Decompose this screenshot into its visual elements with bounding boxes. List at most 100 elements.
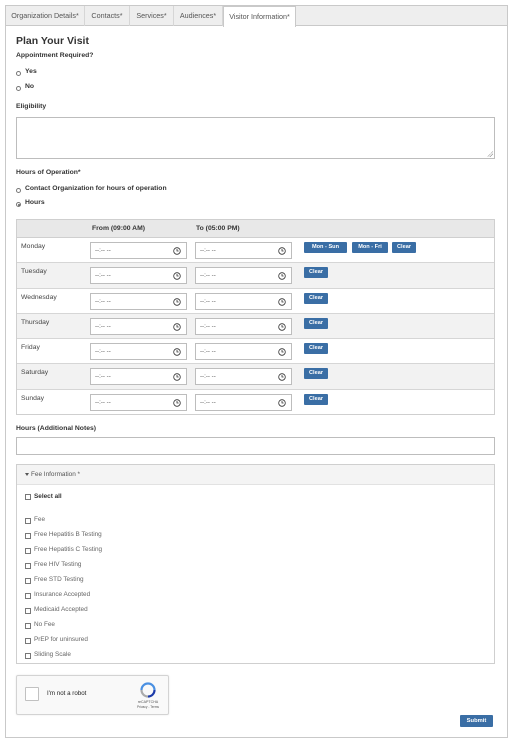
time-placeholder: --:-- -- xyxy=(200,247,216,254)
fee-item-label: Medicaid Accepted xyxy=(34,606,88,613)
to-time-input[interactable]: --:-- -- xyxy=(195,292,292,310)
from-time-input[interactable]: --:-- -- xyxy=(90,368,187,386)
eligibility-textarea[interactable] xyxy=(16,117,495,159)
fee-checkbox[interactable] xyxy=(25,623,31,629)
clock-icon[interactable] xyxy=(173,323,181,331)
hours-notes-input[interactable] xyxy=(16,437,495,455)
fee-item-label: No Fee xyxy=(34,621,55,628)
hours-table: From (09:00 AM) To (05:00 PM) Monday --:-… xyxy=(16,219,495,415)
fee-item-label: Insurance Accepted xyxy=(34,591,91,598)
fee-item-label: Free STD Testing xyxy=(34,576,84,583)
fee-item-label: Free Hepatitis C Testing xyxy=(34,546,103,553)
page-title: Plan Your Visit xyxy=(16,35,89,47)
hours-rows: Monday --:-- -- --:-- -- Mon - Sun Mon - Fri… xyxy=(17,238,494,415)
fee-checkbox[interactable] xyxy=(25,653,31,659)
tab-organization-details[interactable]: Organization Details* xyxy=(6,6,85,26)
clock-icon[interactable] xyxy=(278,323,286,331)
recaptcha-terms-link[interactable]: Privacy - Terms xyxy=(134,705,162,709)
resize-grip-icon[interactable] xyxy=(487,151,493,157)
clear-button[interactable]: Clear xyxy=(304,267,328,279)
hours-row-monday: Monday --:-- -- --:-- -- Mon - Sun Mon - Fri… xyxy=(17,238,494,264)
clock-icon[interactable] xyxy=(278,348,286,356)
hours-radio[interactable] xyxy=(16,202,21,207)
clock-icon[interactable] xyxy=(278,272,286,280)
time-placeholder: --:-- -- xyxy=(200,272,216,280)
clock-icon[interactable] xyxy=(173,272,181,280)
select-all-checkbox[interactable] xyxy=(25,494,31,500)
clock-icon[interactable] xyxy=(278,297,286,306)
clock-icon[interactable] xyxy=(173,297,181,306)
clock-icon[interactable] xyxy=(173,247,181,255)
to-time-input[interactable]: --:-- -- xyxy=(195,393,292,411)
clear-button[interactable]: Clear xyxy=(304,292,328,304)
from-time-input[interactable]: --:-- -- xyxy=(90,242,187,259)
clock-icon[interactable] xyxy=(278,247,286,255)
submit-button[interactable]: Submit xyxy=(460,715,493,727)
to-time-input[interactable]: --:-- -- xyxy=(195,317,292,335)
from-time-input[interactable]: --:-- -- xyxy=(90,267,187,285)
fee-item-label: Free HIV Testing xyxy=(34,561,82,568)
clock-icon[interactable] xyxy=(173,399,181,407)
fee-information-panel: Fee Information * Select all Fee Free Hep… xyxy=(16,464,495,664)
fee-information-header[interactable]: Fee Information * xyxy=(17,465,494,485)
contact-org-radio[interactable] xyxy=(16,188,21,193)
clear-button[interactable]: Clear xyxy=(392,242,416,253)
eligibility-label: Eligibility xyxy=(16,103,47,110)
fee-checkbox[interactable] xyxy=(25,593,31,599)
hours-row-tuesday: Tuesday --:-- -- --:-- -- Clear xyxy=(17,263,494,289)
hours-row-thursday: Thursday --:-- -- --:-- -- Clear xyxy=(17,313,494,340)
contact-org-label: Contact Organization for hours of operat… xyxy=(25,185,167,192)
clock-icon[interactable] xyxy=(173,373,181,382)
from-time-input[interactable]: --:-- -- xyxy=(90,292,187,310)
tab-contacts[interactable]: Contacts* xyxy=(85,6,130,26)
fee-checkbox[interactable] xyxy=(25,608,31,614)
clear-button[interactable]: Clear xyxy=(304,393,328,405)
fee-checkbox[interactable] xyxy=(25,638,31,644)
hours-row-sunday: Sunday --:-- -- --:-- -- Clear xyxy=(17,390,494,415)
from-time-input[interactable]: --:-- -- xyxy=(90,343,187,361)
to-time-input[interactable]: --:-- -- xyxy=(195,343,292,361)
mon-sun-button[interactable]: Mon - Sun xyxy=(304,242,347,253)
fee-checkbox[interactable] xyxy=(25,518,31,524)
from-time-input[interactable]: --:-- -- xyxy=(90,317,187,335)
day-label: Thursday xyxy=(21,318,50,326)
clear-button[interactable]: Clear xyxy=(304,317,328,329)
fee-item-label: Sliding Scale xyxy=(34,651,71,658)
fee-checkbox[interactable] xyxy=(25,548,31,554)
time-placeholder: --:-- -- xyxy=(200,348,216,356)
to-time-input[interactable]: --:-- -- xyxy=(195,242,292,259)
time-placeholder: --:-- -- xyxy=(95,272,111,280)
clock-icon[interactable] xyxy=(173,348,181,356)
form-frame: Organization Details* Contacts* Services… xyxy=(5,5,508,738)
day-label: Sunday xyxy=(21,394,45,402)
clock-icon[interactable] xyxy=(278,399,286,407)
fee-checkbox[interactable] xyxy=(25,563,31,569)
to-time-input[interactable]: --:-- -- xyxy=(195,368,292,386)
time-placeholder: --:-- -- xyxy=(95,398,111,406)
hours-notes-label: Hours (Additional Notes) xyxy=(16,425,97,432)
from-time-input[interactable]: --:-- -- xyxy=(90,393,187,411)
tab-audiences[interactable]: Audiences* xyxy=(174,6,223,26)
time-placeholder: --:-- -- xyxy=(95,373,111,381)
recaptcha-widget: I'm not a robot reCAPTCHA Privacy - Term… xyxy=(16,675,169,715)
fee-item-label: Free Hepatitis B Testing xyxy=(34,531,102,538)
fee-information-title: Fee Information * xyxy=(31,471,81,478)
fee-checkbox[interactable] xyxy=(25,533,31,539)
tab-services[interactable]: Services* xyxy=(130,6,174,26)
clear-button[interactable]: Clear xyxy=(304,368,328,380)
tab-visitor-information[interactable]: Visitor Information* xyxy=(223,6,296,27)
appointment-label: Appointment Required? xyxy=(16,52,94,59)
appointment-yes-label: Yes xyxy=(25,68,37,75)
time-placeholder: --:-- -- xyxy=(95,247,111,254)
hours-row-saturday: Saturday --:-- -- --:-- -- Clear xyxy=(17,364,494,390)
clock-icon[interactable] xyxy=(278,373,286,382)
recaptcha-checkbox[interactable] xyxy=(25,687,39,701)
clear-button[interactable]: Clear xyxy=(304,343,328,355)
from-header: From (09:00 AM) xyxy=(92,225,145,232)
mon-fri-button[interactable]: Mon - Fri xyxy=(352,242,388,253)
appointment-yes-radio[interactable] xyxy=(16,71,21,76)
appointment-no-radio[interactable] xyxy=(16,86,21,91)
fee-item-label: Fee xyxy=(34,516,46,523)
fee-checkbox[interactable] xyxy=(25,578,31,584)
to-time-input[interactable]: --:-- -- xyxy=(195,267,292,285)
